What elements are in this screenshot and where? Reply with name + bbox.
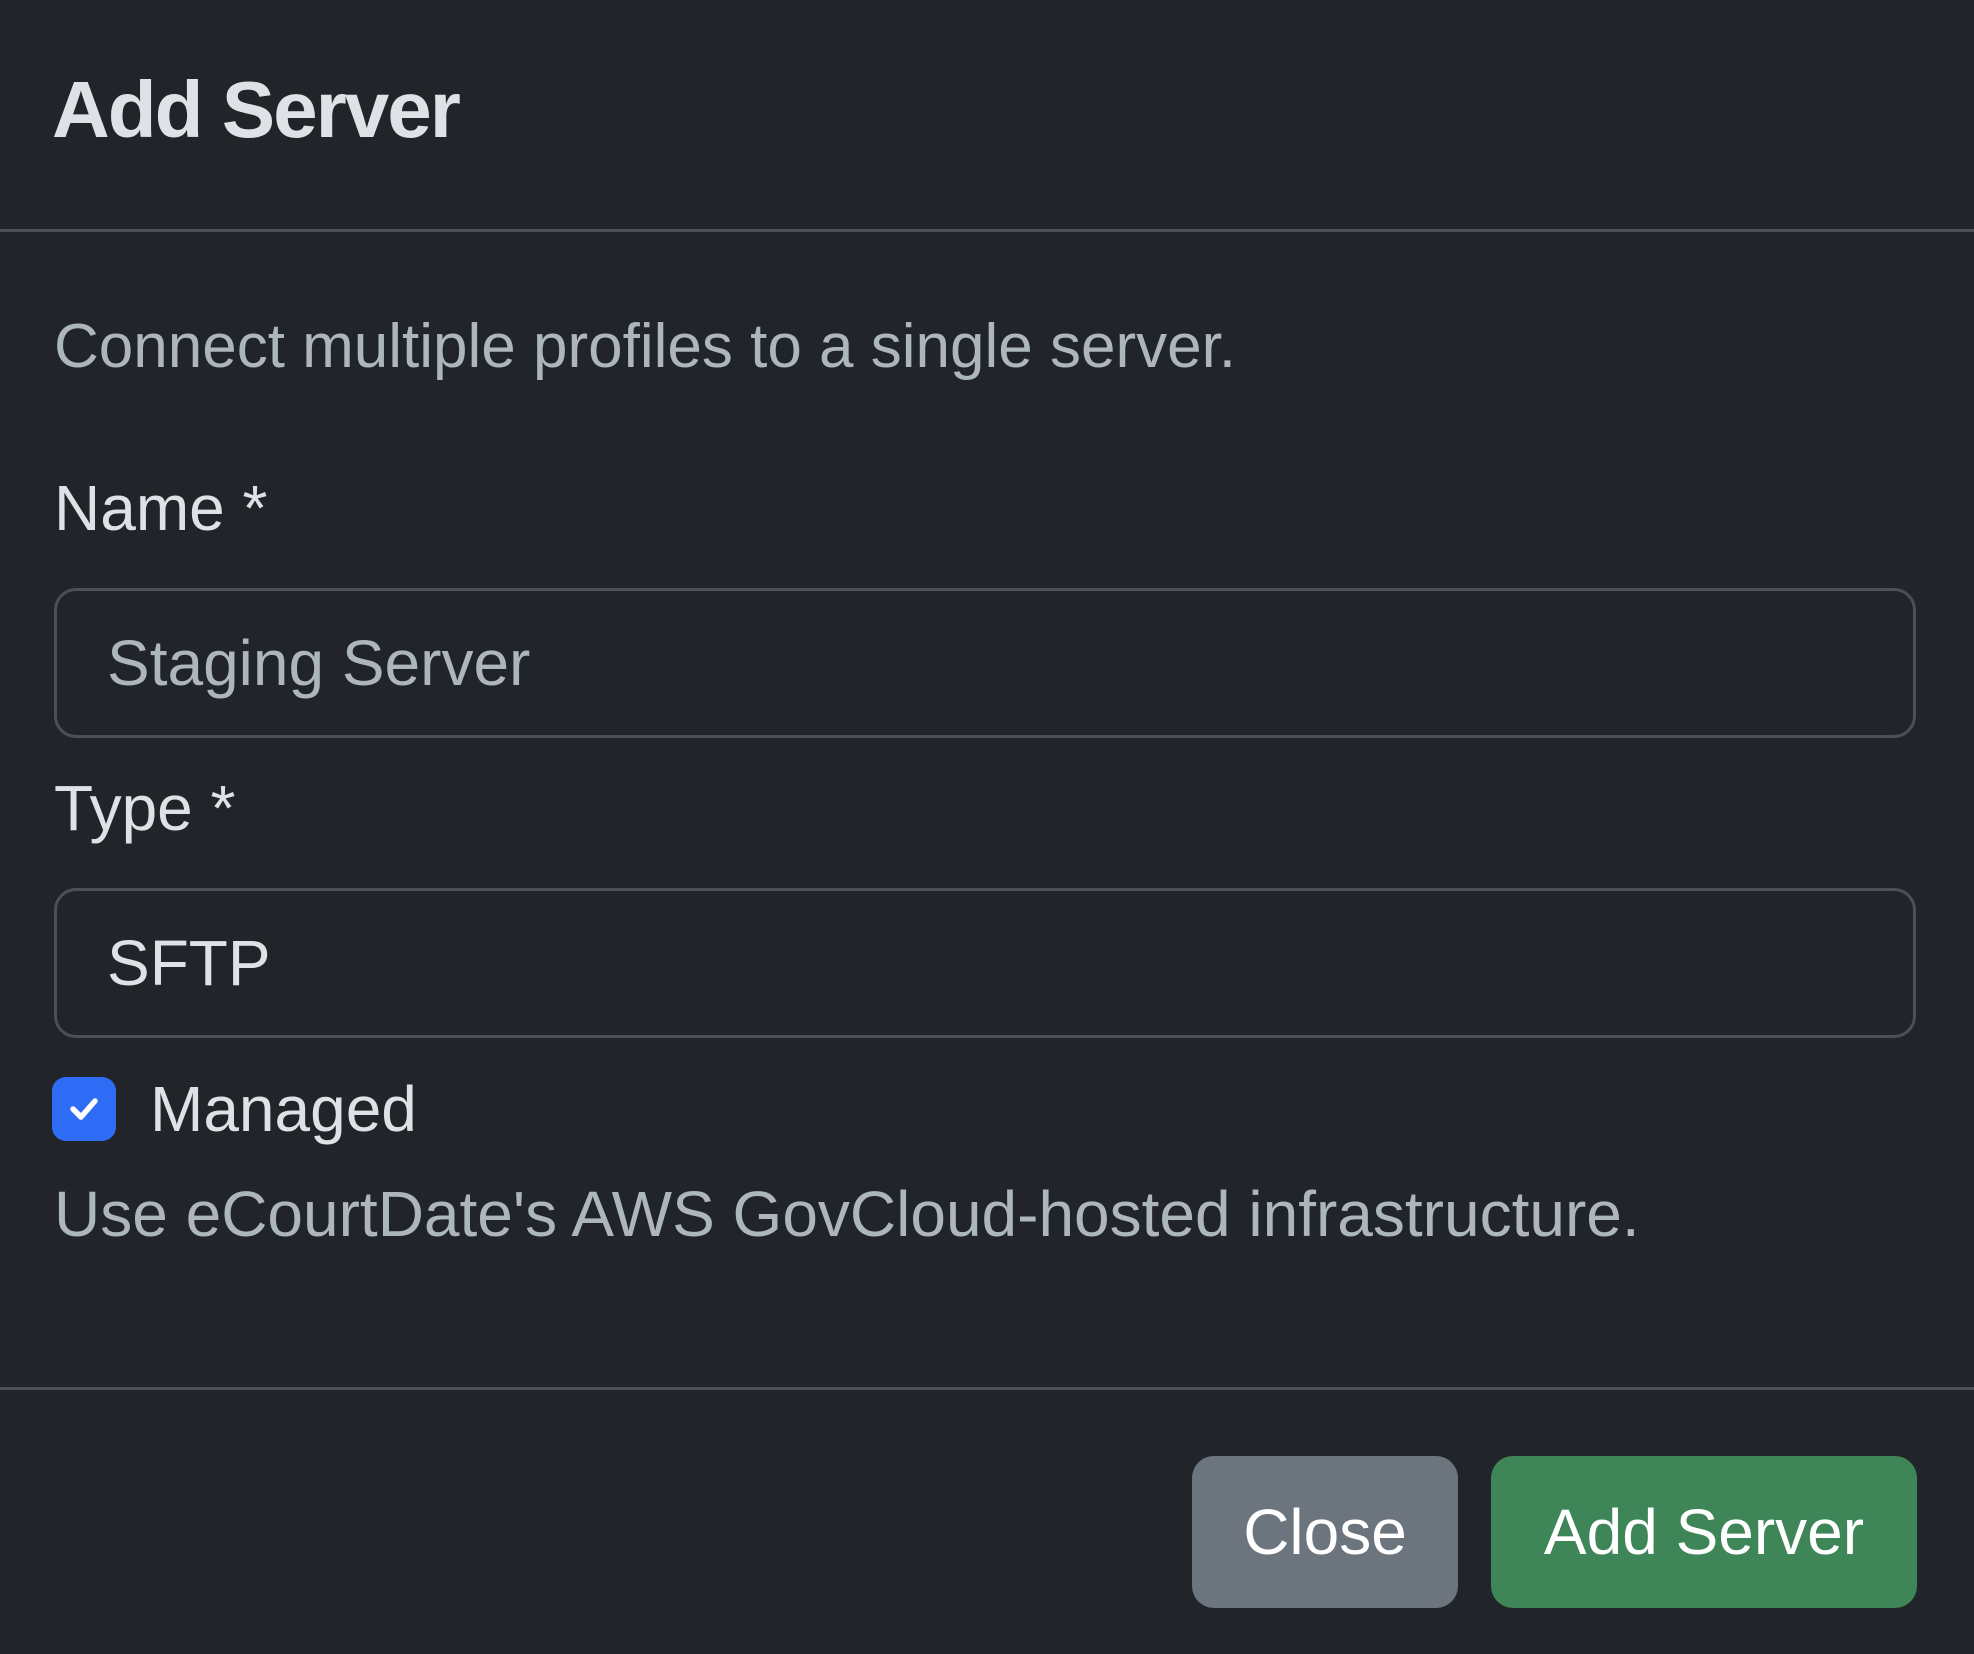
managed-help-text: Use eCourtDate's AWS GovCloud-hosted inf… [54, 1178, 1640, 1250]
modal-description: Connect multiple profiles to a single se… [54, 312, 1237, 381]
type-select[interactable]: SFTP [54, 888, 1916, 1038]
add-server-button[interactable]: Add Server [1491, 1456, 1917, 1608]
close-button[interactable]: Close [1192, 1456, 1458, 1608]
modal-title: Add Server [52, 65, 461, 154]
add-server-modal: Add Server Connect multiple profiles to … [0, 0, 1974, 1654]
name-input[interactable] [54, 588, 1916, 738]
managed-checkbox[interactable] [52, 1077, 116, 1141]
modal-header: Add Server [0, 0, 1974, 232]
checkmark-icon [70, 1098, 98, 1120]
managed-checkbox-row[interactable]: Managed [52, 1073, 417, 1145]
type-select-value: SFTP [107, 927, 271, 999]
type-field-label: Type * [54, 772, 236, 844]
managed-checkbox-label[interactable]: Managed [150, 1071, 417, 1148]
name-field-label: Name * [54, 472, 268, 544]
